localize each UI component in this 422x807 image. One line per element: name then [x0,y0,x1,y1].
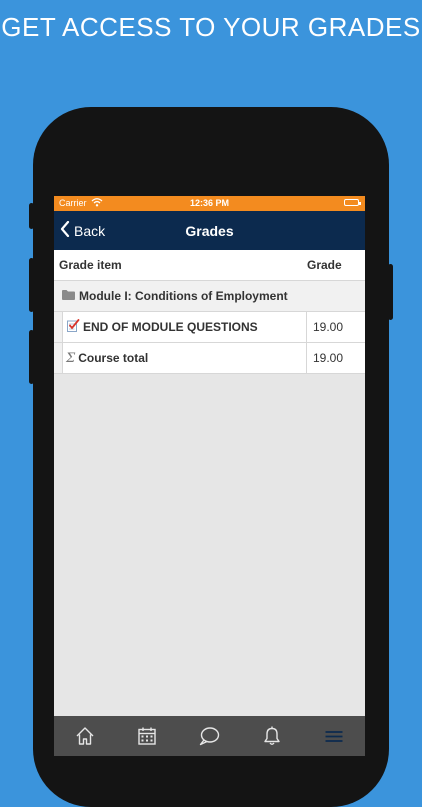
tab-menu[interactable] [322,726,346,750]
tab-bar [54,716,365,756]
grade-item-name: END OF MODULE QUESTIONS [83,320,258,334]
messages-icon [198,726,220,751]
tab-notifications[interactable] [260,726,284,750]
quiz-icon [66,318,80,336]
column-header-grade: Grade [307,258,342,272]
grade-item-cell: Σ Course total [63,343,307,373]
phone-volume-down [29,330,34,384]
grade-value: 19.00 [313,351,344,365]
status-bar: Carrier 12:36 PM [54,196,365,211]
phone-screen: Carrier 12:36 PM Back Grades Grade item … [54,196,365,756]
grade-item-name: Course total [78,351,149,365]
phone-power-button [388,264,393,320]
table-header: Grade item Grade [54,250,365,281]
category-label: Module I: Conditions of Employment [79,289,288,303]
phone-silent-switch [29,203,34,229]
tab-messages[interactable] [197,726,221,750]
phone-volume-up [29,258,34,312]
tab-home[interactable] [73,726,97,750]
row-indent [54,312,63,342]
tab-calendar[interactable] [135,726,159,750]
grade-value: 19.00 [313,320,344,334]
table-row[interactable]: END OF MODULE QUESTIONS 19.00 [54,312,365,343]
menu-icon [324,726,344,751]
folder-icon [62,289,75,303]
battery-icon [344,199,361,206]
grade-item-cell: END OF MODULE QUESTIONS [63,312,307,342]
calendar-icon [137,726,157,751]
page-title: Grades [185,223,234,239]
table-row: Σ Course total 19.00 [54,343,365,374]
home-icon [75,726,95,751]
grades-table: Grade item Grade Module I: Conditions of… [54,250,365,374]
category-row: Module I: Conditions of Employment [54,281,365,312]
nav-bar: Back Grades [54,211,365,250]
row-indent [54,343,63,373]
sigma-icon: Σ [66,350,76,366]
status-time: 12:36 PM [189,198,230,208]
promo-headline: GET ACCESS TO YOUR GRADES [1,12,421,42]
column-header-grade-item: Grade item [59,258,122,272]
notifications-icon [262,726,282,751]
